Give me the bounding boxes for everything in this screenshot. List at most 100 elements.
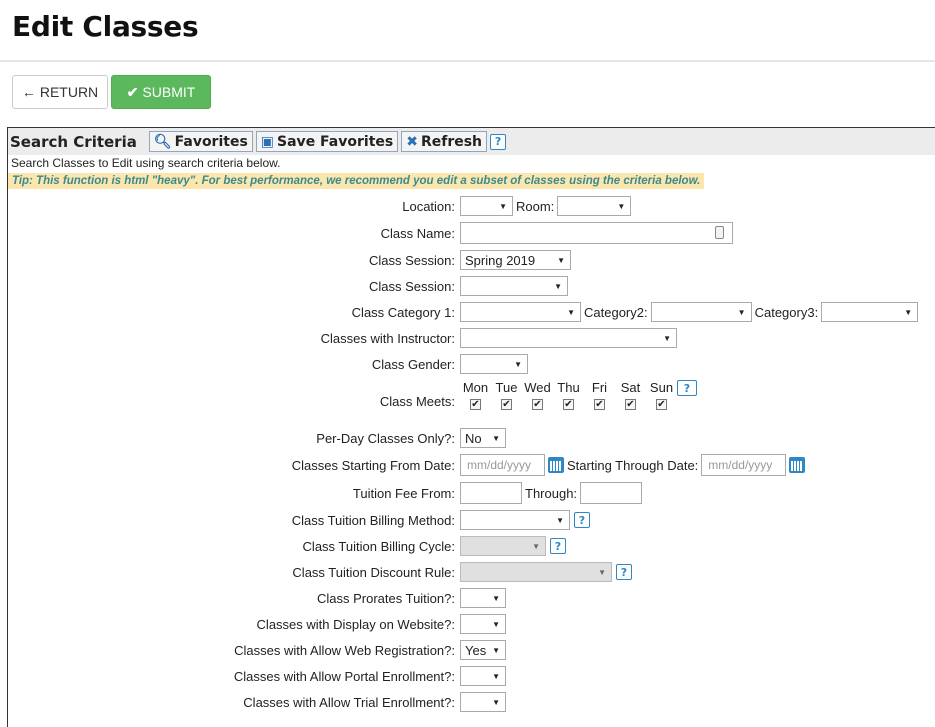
- search-icon: 🔍︎: [153, 133, 172, 150]
- return-label: RETURN: [39, 84, 99, 100]
- portal-enrollment-label: Classes with Allow Portal Enrollment?:: [233, 668, 455, 684]
- billing-method-select[interactable]: [460, 510, 570, 530]
- category2-select[interactable]: [650, 302, 752, 322]
- class-name-input[interactable]: [460, 222, 733, 244]
- class-name-label: Class Name:: [380, 225, 455, 241]
- room-select[interactable]: [557, 196, 632, 216]
- autofill-icon: [715, 226, 724, 239]
- calendar-icon[interactable]: [548, 457, 564, 473]
- day-sun: Sun: [649, 380, 674, 395]
- web-registration-row: Classes with Allow Web Registration?: Ye…: [0, 639, 928, 661]
- class-session-2-select[interactable]: [460, 276, 568, 296]
- save-icon: ▣: [260, 133, 275, 150]
- tuition-from-input[interactable]: [460, 482, 522, 504]
- class-category-row: Class Category 1: Category2: Category3:: [0, 301, 928, 323]
- billing-method-row: Class Tuition Billing Method: ?: [0, 509, 928, 531]
- category3-label: Category3:: [754, 304, 819, 320]
- billing-cycle-row: Class Tuition Billing Cycle: ?: [0, 535, 928, 557]
- portal-enrollment-row: Classes with Allow Portal Enrollment?:: [0, 665, 928, 687]
- start-from-label: Classes Starting From Date:: [291, 457, 455, 473]
- calendar-icon[interactable]: [789, 457, 806, 473]
- start-from-input[interactable]: mm/dd/yyyy: [460, 454, 545, 476]
- discount-rule-select[interactable]: [460, 562, 612, 582]
- web-registration-select[interactable]: Yes: [460, 640, 506, 660]
- web-registration-label: Classes with Allow Web Registration?:: [234, 642, 455, 658]
- gender-select[interactable]: [460, 354, 528, 374]
- days-grid: Mon Tue Wed Thu Fri Sat Sun ? ✔ ✔ ✔ ✔ ✔ …: [460, 380, 697, 410]
- start-through-input[interactable]: mm/dd/yyyy: [701, 454, 787, 476]
- trial-enrollment-row: Classes with Allow Trial Enrollment?:: [0, 691, 928, 713]
- billing-cycle-label: Class Tuition Billing Cycle:: [302, 538, 455, 554]
- class-session-row: Class Session: Spring 2019: [0, 249, 928, 271]
- class-session-2-row: Class Session:: [0, 275, 928, 297]
- thu-checkbox[interactable]: ✔: [563, 399, 574, 410]
- help-icon[interactable]: ?: [677, 380, 697, 396]
- prorates-row: Class Prorates Tuition?:: [0, 587, 928, 609]
- tuition-fee-row: Tuition Fee From: Through:: [0, 482, 928, 504]
- save-favorites-label: Save Favorites: [277, 133, 394, 150]
- discount-rule-row: Class Tuition Discount Rule: ?: [0, 561, 928, 583]
- instructor-label: Classes with Instructor:: [320, 330, 455, 346]
- location-select[interactable]: [460, 196, 513, 216]
- refresh-label: Refresh: [420, 133, 483, 150]
- sun-checkbox[interactable]: ✔: [656, 399, 667, 410]
- prorates-select[interactable]: [460, 588, 506, 608]
- class-session-2-label: Class Session:: [369, 278, 455, 294]
- close-icon: ✖: [406, 133, 418, 150]
- instructor-row: Classes with Instructor:: [0, 327, 928, 349]
- category3-select[interactable]: [821, 302, 919, 322]
- gender-label: Class Gender:: [371, 356, 455, 372]
- location-row: Location: Room:: [0, 195, 928, 217]
- sat-checkbox[interactable]: ✔: [625, 399, 636, 410]
- help-icon[interactable]: ?: [574, 512, 590, 528]
- start-date-row: Classes Starting From Date: mm/dd/yyyy S…: [0, 454, 928, 476]
- performance-tip: Tip: This function is html "heavy". For …: [8, 173, 705, 189]
- billing-cycle-select[interactable]: [460, 536, 546, 556]
- tuition-from-label: Tuition Fee From:: [352, 485, 455, 501]
- favorites-button[interactable]: 🔍︎ Favorites: [148, 131, 253, 152]
- category2-label: Category2:: [584, 304, 648, 320]
- return-button[interactable]: ← RETURN: [12, 75, 108, 109]
- panel-description: Search Classes to Edit using search crit…: [11, 156, 281, 170]
- help-icon[interactable]: ?: [550, 538, 566, 554]
- meets-label: Class Meets:: [379, 393, 455, 409]
- billing-method-label: Class Tuition Billing Method:: [291, 512, 455, 528]
- class-session-value: Spring 2019: [465, 252, 536, 268]
- prorates-label: Class Prorates Tuition?:: [316, 590, 455, 606]
- gender-row: Class Gender:: [0, 353, 928, 375]
- wed-checkbox[interactable]: ✔: [532, 399, 543, 410]
- day-headers: Mon Tue Wed Thu Fri Sat Sun ?: [460, 380, 697, 396]
- fri-checkbox[interactable]: ✔: [594, 399, 605, 410]
- day-mon: Mon: [462, 380, 489, 395]
- submit-button[interactable]: ✔ SUBMIT: [111, 75, 211, 109]
- save-favorites-button[interactable]: ▣ Save Favorites: [255, 131, 399, 152]
- refresh-button[interactable]: ✖ Refresh: [401, 131, 488, 152]
- trial-enrollment-select[interactable]: [460, 692, 506, 712]
- class-session-label: Class Session:: [369, 252, 455, 268]
- display-website-select[interactable]: [460, 614, 506, 634]
- favorites-label: Favorites: [174, 133, 248, 150]
- help-icon[interactable]: ?: [490, 133, 507, 150]
- day-fri: Fri: [591, 380, 608, 395]
- arrow-left-icon: ←: [21, 84, 36, 100]
- class-session-select[interactable]: Spring 2019: [460, 250, 571, 270]
- per-day-row: Per-Day Classes Only?: No: [0, 427, 928, 449]
- per-day-label: Per-Day Classes Only?:: [316, 430, 455, 446]
- title-divider: [0, 60, 935, 62]
- per-day-select[interactable]: No: [460, 428, 506, 448]
- tuition-through-input[interactable]: [580, 482, 643, 504]
- mon-checkbox[interactable]: ✔: [470, 399, 481, 410]
- page-title: Edit Classes: [12, 10, 199, 43]
- category1-select[interactable]: [460, 302, 581, 322]
- location-label: Location:: [402, 198, 455, 214]
- tue-checkbox[interactable]: ✔: [501, 399, 512, 410]
- category1-label: Class Category 1:: [351, 304, 455, 320]
- portal-enrollment-select[interactable]: [460, 666, 506, 686]
- help-icon[interactable]: ?: [616, 564, 632, 580]
- class-name-row: Class Name:: [0, 222, 928, 244]
- display-website-label: Classes with Display on Website?:: [256, 616, 455, 632]
- check-icon: ✔: [126, 83, 139, 100]
- day-checkboxes: ✔ ✔ ✔ ✔ ✔ ✔ ✔: [460, 399, 697, 410]
- instructor-select[interactable]: [460, 328, 677, 348]
- per-day-value: No: [465, 430, 482, 446]
